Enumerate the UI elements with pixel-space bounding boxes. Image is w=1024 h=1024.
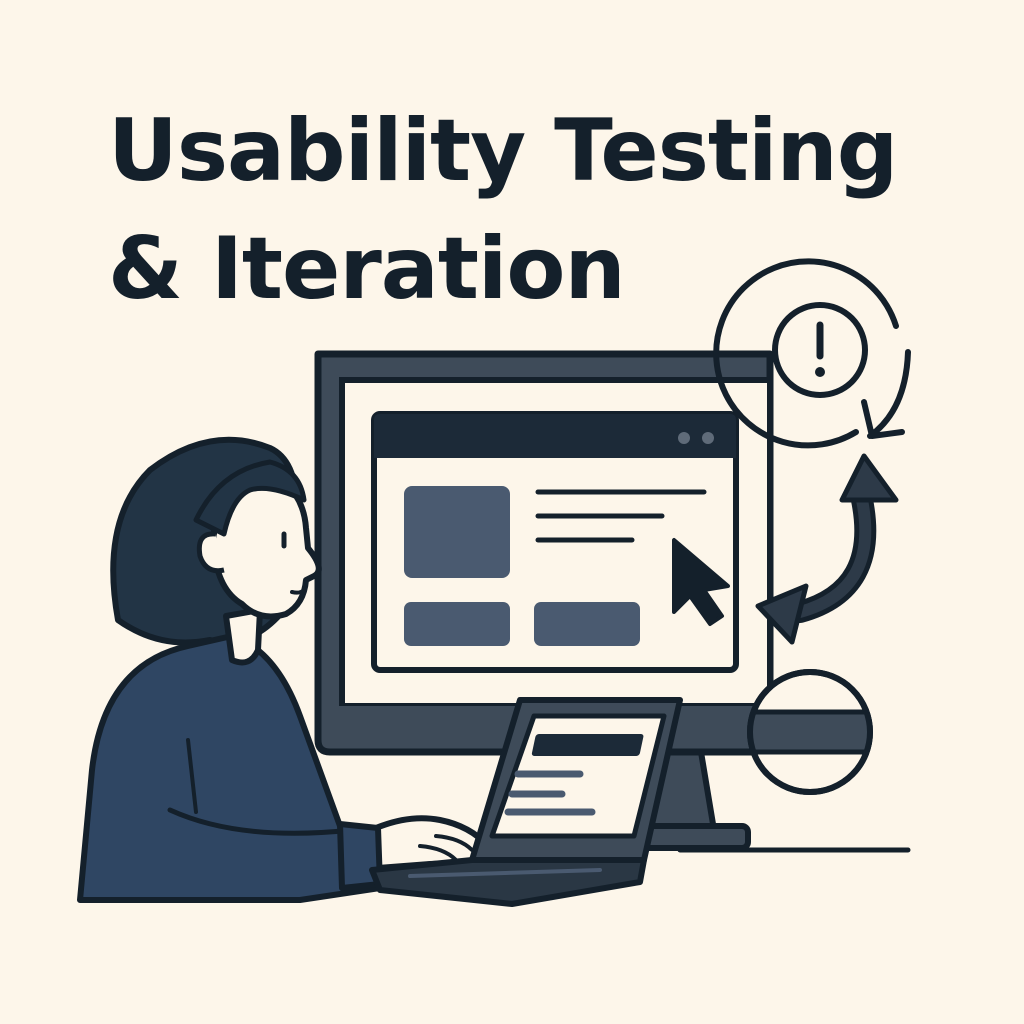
button-placeholder — [404, 602, 510, 646]
browser-window — [371, 411, 739, 673]
image-placeholder — [404, 486, 510, 578]
illustration-canvas: Usability Testing & Iteration — [0, 0, 1024, 1024]
button-placeholder — [534, 602, 640, 646]
usability-illustration — [77, 258, 911, 907]
window-dot — [702, 432, 714, 444]
laptop-keyboard — [369, 857, 647, 907]
stand-connector-circle — [747, 669, 873, 795]
window-dot — [678, 432, 690, 444]
feedback-arrow-icon — [755, 453, 899, 645]
